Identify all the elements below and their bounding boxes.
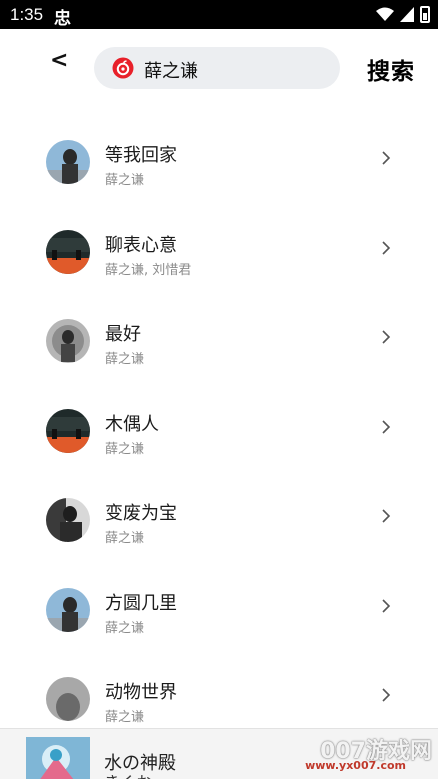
- song-row[interactable]: 等我回家 薛之谦: [0, 117, 438, 207]
- song-row[interactable]: 木偶人 薛之谦: [0, 386, 438, 476]
- status-icons: [376, 5, 430, 24]
- mini-player[interactable]: 水の神殿 きくお 007游戏网 www.yx007.com: [0, 728, 438, 779]
- song-title: 木偶人: [105, 413, 159, 435]
- song-title: 聊表心意: [105, 234, 177, 256]
- search-button[interactable]: 搜索: [367, 52, 415, 86]
- song-row[interactable]: 方圆几里 薛之谦: [0, 565, 438, 655]
- battery-icon: [420, 6, 430, 23]
- song-title: 最好: [105, 324, 141, 345]
- chevron-right-icon: [382, 688, 391, 702]
- song-row[interactable]: 变废为宝 薛之谦: [0, 475, 438, 565]
- status-time: 1:35: [10, 5, 44, 24]
- song-artist: 薛之谦: [105, 441, 145, 457]
- song-title: 动物世界: [105, 682, 177, 703]
- song-cover-avatar: [46, 587, 90, 632]
- watermark-url: www.yx007.com: [305, 759, 406, 772]
- song-artist: 薛之谦: [105, 173, 145, 188]
- wifi-icon: [376, 7, 394, 21]
- song-title: 方圆几里: [105, 592, 177, 614]
- chevron-right-icon: [382, 240, 391, 255]
- notification-app-icon: 忠: [54, 9, 71, 29]
- song-cover-avatar: [46, 677, 90, 721]
- netease-music-logo-icon: [112, 57, 134, 79]
- chevron-right-icon: [382, 151, 391, 165]
- song-row[interactable]: 聊表心意 薛之谦, 刘惜君: [0, 207, 438, 297]
- chevron-right-icon: [382, 598, 391, 613]
- song-title: 变废为宝: [105, 503, 177, 524]
- song-cover-avatar: [46, 498, 90, 542]
- cell-signal-icon: [400, 7, 414, 22]
- song-row[interactable]: 最好 薛之谦: [0, 296, 438, 386]
- chevron-right-icon: [382, 330, 391, 344]
- search-query: 薛之谦: [144, 61, 198, 82]
- song-title: 等我回家: [105, 145, 177, 166]
- song-cover-avatar: [46, 140, 90, 184]
- back-button[interactable]: <: [50, 48, 68, 73]
- status-bar: 1:35 忠: [0, 0, 438, 29]
- chevron-right-icon: [382, 419, 391, 434]
- mini-player-cover: [26, 737, 90, 779]
- song-cover-avatar: [46, 229, 90, 274]
- song-cover-avatar: [46, 408, 90, 453]
- song-cover-avatar: [46, 319, 90, 363]
- song-artist: 薛之谦, 刘惜君: [105, 262, 192, 278]
- song-artist: 薛之谦: [105, 531, 145, 546]
- search-input[interactable]: 薛之谦: [94, 47, 340, 89]
- song-artist: 薛之谦: [105, 352, 145, 367]
- song-artist: 薛之谦: [105, 710, 145, 725]
- song-artist: 薛之谦: [105, 620, 145, 636]
- chevron-right-icon: [382, 509, 391, 523]
